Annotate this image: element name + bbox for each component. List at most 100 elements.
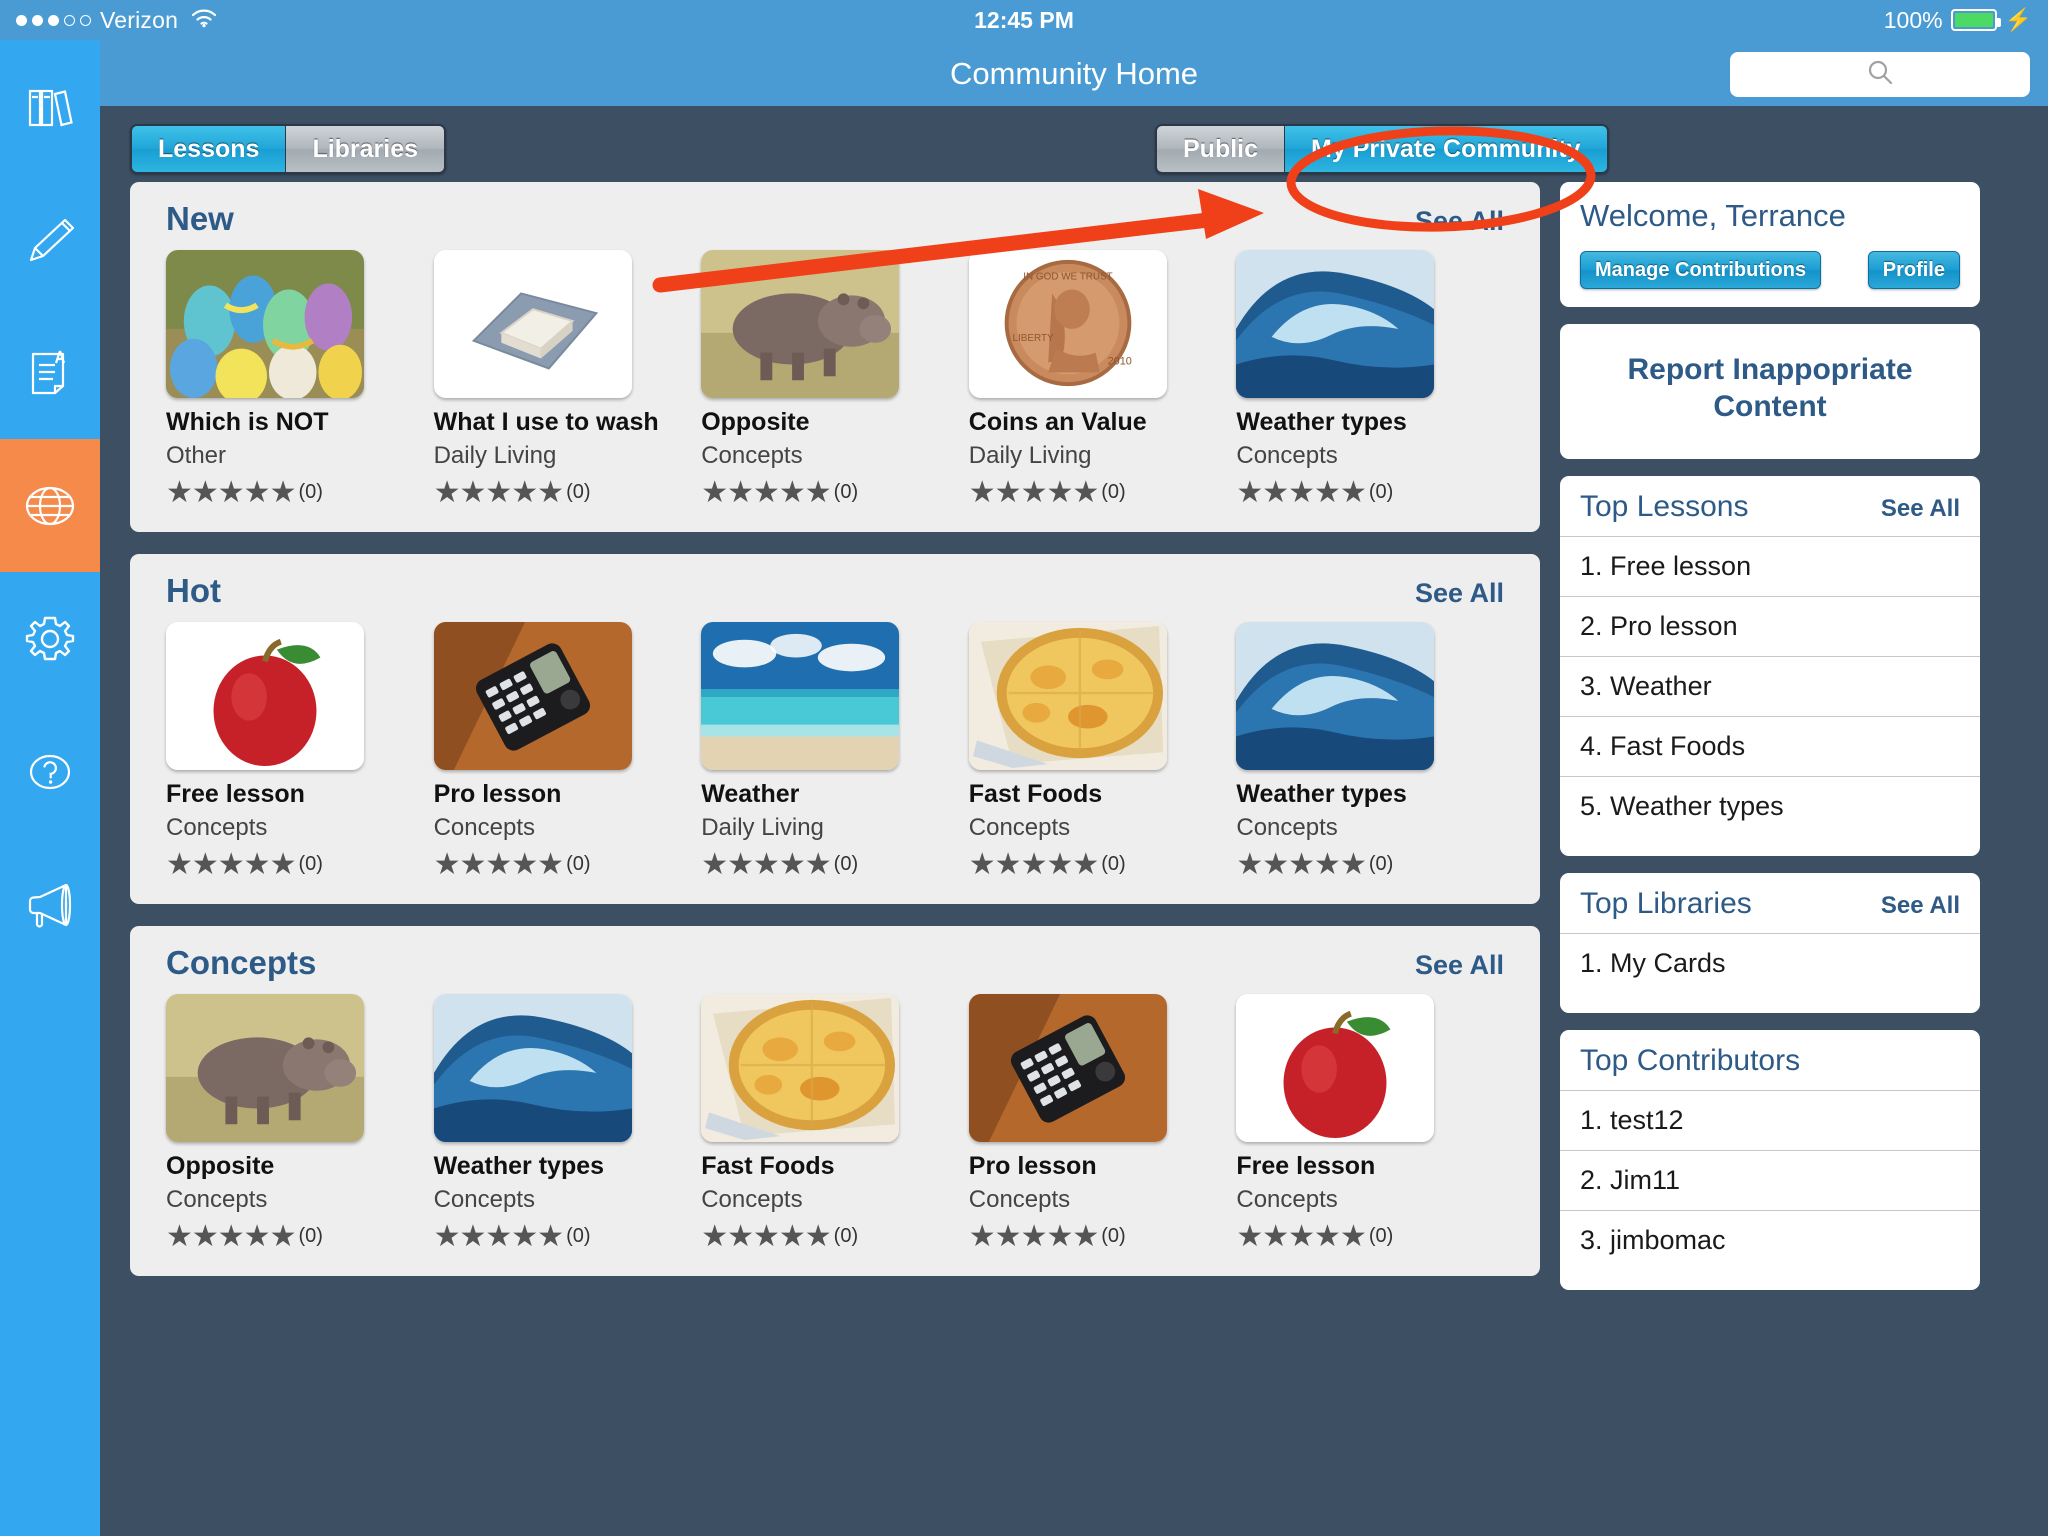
card-thumbnail-phone[interactable]	[968, 994, 1167, 1142]
card-title: What I use to wash	[433, 408, 659, 436]
see-all-link-top-libraries[interactable]: See All	[1881, 892, 1960, 920]
rating-count: (0)	[833, 1225, 859, 1247]
section-hot: Hot See All Free lesson Concepts ★★★★★ (…	[130, 554, 1540, 904]
status-bar-right: 100% ⚡	[1884, 7, 2032, 34]
rating-stars[interactable]: ★★★★★ (0)	[166, 475, 434, 510]
left-sidebar	[0, 40, 100, 1536]
rating-count: (0)	[1101, 1225, 1126, 1247]
card-row: Opposite Concepts ★★★★★ (0) Weather type…	[166, 994, 1504, 1254]
lesson-card[interactable]: Fast Foods Concepts ★★★★★ (0)	[968, 622, 1237, 882]
lesson-card[interactable]: Opposite Concepts ★★★★★ (0)	[166, 994, 434, 1254]
card-thumbnail-beach[interactable]	[701, 622, 900, 770]
card-thumbnail-hippo[interactable]	[166, 994, 364, 1142]
see-all-link-hot[interactable]: See All	[1415, 578, 1504, 609]
search-input[interactable]	[1730, 52, 2030, 97]
card-category: Concepts	[701, 442, 803, 469]
card-thumbnail-wave[interactable]	[1236, 250, 1435, 398]
lesson-card[interactable]: Weather types Concepts ★★★★★ (0)	[433, 994, 702, 1254]
signal-strength-dots	[16, 14, 91, 26]
lesson-card[interactable]: Weather types Concepts ★★★★★ (0)	[1236, 622, 1504, 882]
sidebar-item-help[interactable]	[0, 705, 100, 838]
lesson-card[interactable]: Weather types Concepts ★★★★★ (0)	[1236, 250, 1504, 510]
rating-stars[interactable]: ★★★★★ (0)	[701, 847, 969, 882]
rating-stars[interactable]: ★★★★★ (0)	[1236, 475, 1504, 510]
card-thumbnail-pizza[interactable]	[968, 622, 1167, 770]
rating-stars[interactable]: ★★★★★ (0)	[166, 847, 434, 882]
rating-stars[interactable]: ★★★★★ (0)	[969, 475, 1237, 510]
list-item[interactable]: 1. Free lesson	[1560, 536, 1980, 596]
rating-stars[interactable]: ★★★★★ (0)	[434, 847, 702, 882]
manage-contributions-button[interactable]: Manage Contributions	[1580, 251, 1822, 289]
lesson-card[interactable]: Free lesson Concepts ★★★★★ (0)	[166, 622, 434, 882]
card-thumbnail-hippo[interactable]	[701, 250, 900, 398]
clock: 12:45 PM	[974, 6, 1074, 33]
see-all-link-top-lessons[interactable]: See All	[1881, 495, 1960, 523]
lesson-card[interactable]: Weather Daily Living ★★★★★ (0)	[701, 622, 969, 882]
lesson-card[interactable]: Opposite Concepts ★★★★★ (0)	[701, 250, 969, 510]
list-item[interactable]: 2. Jim11	[1560, 1150, 1980, 1210]
rating-stars[interactable]: ★★★★★ (0)	[969, 847, 1237, 882]
lesson-card[interactable]: Pro lesson Concepts ★★★★★ (0)	[433, 622, 702, 882]
list-item[interactable]: 1. test12	[1560, 1090, 1980, 1150]
profile-button[interactable]: Profile	[1867, 251, 1960, 289]
right-rail: Welcome, Terrance Manage Contributions P…	[1560, 182, 1980, 1536]
rating-stars[interactable]: ★★★★★ (0)	[701, 1219, 969, 1254]
section-header: Hot See All	[166, 572, 1504, 610]
card-thumbnail-penny[interactable]: IN GOD WE TRUST LIBERTY 2010	[968, 250, 1167, 398]
sidebar-item-announcements[interactable]	[0, 838, 100, 971]
card-title: Weather types	[1236, 408, 1407, 436]
card-thumbnail-apple[interactable]	[166, 622, 364, 770]
card-thumbnail-phone[interactable]	[433, 622, 632, 770]
lesson-card[interactable]: What I use to wash Daily Living ★★★★★ (0…	[433, 250, 702, 510]
lesson-card[interactable]: IN GOD WE TRUST LIBERTY 2010 Coins an Va…	[968, 250, 1237, 510]
card-title: Free lesson	[166, 780, 305, 808]
card-thumbnail-soap-cloth[interactable]	[433, 250, 632, 398]
card-title: Coins an Value	[968, 408, 1147, 436]
rating-stars[interactable]: ★★★★★ (0)	[434, 1219, 702, 1254]
sidebar-item-settings[interactable]	[0, 572, 100, 705]
sidebar-item-documents[interactable]	[0, 306, 100, 439]
list-item[interactable]: 1. My Cards	[1560, 933, 1980, 993]
card-category: Daily Living	[433, 442, 557, 469]
see-all-link-concepts[interactable]: See All	[1415, 950, 1504, 981]
lesson-card[interactable]: Free lesson Concepts ★★★★★ (0)	[1236, 994, 1504, 1254]
rating-count: (0)	[1101, 481, 1126, 503]
rating-stars[interactable]: ★★★★★ (0)	[434, 475, 702, 510]
list-item[interactable]: 3. Weather	[1560, 656, 1980, 716]
sidebar-item-community[interactable]	[0, 439, 100, 572]
wifi-icon	[191, 7, 217, 34]
lesson-card[interactable]: Which is NOT Other ★★★★★ (0)	[166, 250, 434, 510]
tab-my-private-community[interactable]: My Private Community	[1285, 126, 1607, 172]
card-thumbnail-wave[interactable]	[1236, 622, 1435, 770]
rating-stars[interactable]: ★★★★★ (0)	[969, 1219, 1237, 1254]
sidebar-item-library[interactable]	[0, 40, 100, 173]
content-type-toggle[interactable]: Lessons Libraries	[130, 124, 447, 174]
report-content-panel[interactable]: Report Inappopriate Content	[1560, 324, 1980, 460]
tab-public[interactable]: Public	[1157, 126, 1286, 172]
community-scope-toggle[interactable]: Public My Private Community	[1155, 124, 1609, 174]
rating-stars[interactable]: ★★★★★ (0)	[701, 475, 969, 510]
see-all-link-new[interactable]: See All	[1415, 206, 1504, 237]
list-item[interactable]: 4. Fast Foods	[1560, 716, 1980, 776]
welcome-panel: Welcome, Terrance Manage Contributions P…	[1560, 182, 1980, 307]
list-item[interactable]: 2. Pro lesson	[1560, 596, 1980, 656]
panel-header: Top Lessons See All	[1560, 476, 1980, 536]
card-thumbnail-apple[interactable]	[1236, 994, 1435, 1142]
rating-stars[interactable]: ★★★★★ (0)	[166, 1219, 434, 1254]
rating-count: (0)	[1368, 853, 1394, 875]
lesson-card[interactable]: Fast Foods Concepts ★★★★★ (0)	[701, 994, 969, 1254]
tab-lessons[interactable]: Lessons	[132, 126, 287, 172]
sidebar-item-edit[interactable]	[0, 173, 100, 306]
rating-stars[interactable]: ★★★★★ (0)	[1236, 847, 1504, 882]
card-thumbnail-wave[interactable]	[433, 994, 632, 1142]
lesson-card[interactable]: Pro lesson Concepts ★★★★★ (0)	[968, 994, 1237, 1254]
rating-stars[interactable]: ★★★★★ (0)	[1236, 1219, 1504, 1254]
card-thumbnail-pizza[interactable]	[701, 994, 900, 1142]
rating-count: (0)	[298, 853, 323, 875]
list-item[interactable]: 5. Weather types	[1560, 776, 1980, 836]
tab-libraries[interactable]: Libraries	[286, 126, 445, 172]
card-thumbnail-easter-eggs[interactable]	[166, 250, 364, 398]
report-inappropriate-content-link[interactable]: Report Inappopriate Content	[1560, 324, 1980, 459]
rating-count: (0)	[833, 853, 859, 875]
list-item[interactable]: 3. jimbomac	[1560, 1210, 1980, 1270]
